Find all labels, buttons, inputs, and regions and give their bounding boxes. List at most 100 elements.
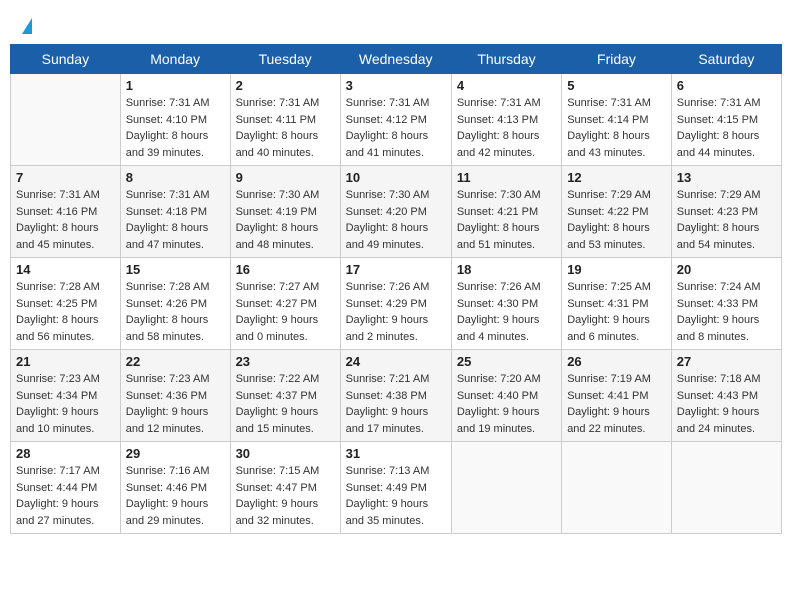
calendar-cell: 27 Sunrise: 7:18 AMSunset: 4:43 PMDayligh… [671,350,781,442]
day-number: 16 [236,262,335,277]
weekday-header-cell: Thursday [451,45,561,74]
calendar-cell: 30Sunrise: 7:15 AMSunset: 4:47 PMDayligh… [230,442,340,534]
weekday-header-cell: Tuesday [230,45,340,74]
day-info: Sunrise: 7:28 AMSunset: 4:25 PMDaylight:… [16,279,115,345]
day-info: Sunrise: 7:31 AMSunset: 4:11 PMDaylight:… [236,95,335,161]
calendar-cell: 1 Sunrise: 7:31 AMSunset: 4:10 PMDaylight… [120,74,230,166]
calendar-week-row: 14 Sunrise: 7:28 AMSunset: 4:25 PMDayligh… [11,258,782,350]
day-info: Sunrise: 7:31 AMSunset: 4:15 PMDaylight:… [677,95,776,161]
day-info: Sunrise: 7:31 AMSunset: 4:12 PMDaylight:… [346,95,446,161]
calendar-week-row: 21 Sunrise: 7:23 AMSunset: 4:34 PMDayligh… [11,350,782,442]
calendar-cell: 31Sunrise: 7:13 AMSunset: 4:49 PMDayligh… [340,442,451,534]
day-info: Sunrise: 7:27 AMSunset: 4:27 PMDaylight:… [236,279,335,345]
calendar-cell: 7 Sunrise: 7:31 AMSunset: 4:16 PMDaylight… [11,166,121,258]
weekday-header-cell: Friday [562,45,672,74]
day-info: Sunrise: 7:26 AMSunset: 4:30 PMDaylight:… [457,279,556,345]
calendar-cell [451,442,561,534]
day-info: Sunrise: 7:31 AMSunset: 4:16 PMDaylight:… [16,187,115,253]
calendar-body: 1 Sunrise: 7:31 AMSunset: 4:10 PMDaylight… [11,74,782,534]
calendar-cell: 11 Sunrise: 7:30 AMSunset: 4:21 PMDayligh… [451,166,561,258]
day-number: 30 [236,446,335,461]
day-number: 22 [126,354,225,369]
weekday-header-cell: Wednesday [340,45,451,74]
day-number: 25 [457,354,556,369]
weekday-header-cell: Monday [120,45,230,74]
day-number: 11 [457,170,556,185]
calendar-cell [671,442,781,534]
calendar-cell: 24 Sunrise: 7:21 AMSunset: 4:38 PMDayligh… [340,350,451,442]
day-number: 26 [567,354,666,369]
calendar-cell: 28 Sunrise: 7:17 AMSunset: 4:44 PMDayligh… [11,442,121,534]
calendar-cell: 21 Sunrise: 7:23 AMSunset: 4:34 PMDayligh… [11,350,121,442]
calendar-cell [11,74,121,166]
day-number: 23 [236,354,335,369]
day-info: Sunrise: 7:30 AMSunset: 4:21 PMDaylight:… [457,187,556,253]
day-number: 29 [126,446,225,461]
day-number: 27 [677,354,776,369]
calendar-cell: 23 Sunrise: 7:22 AMSunset: 4:37 PMDayligh… [230,350,340,442]
day-number: 20 [677,262,776,277]
calendar-cell: 8 Sunrise: 7:31 AMSunset: 4:18 PMDaylight… [120,166,230,258]
day-info: Sunrise: 7:17 AMSunset: 4:44 PMDaylight:… [16,463,115,529]
day-info: Sunrise: 7:26 AMSunset: 4:29 PMDaylight:… [346,279,446,345]
day-number: 4 [457,78,556,93]
day-number: 1 [126,78,225,93]
day-number: 10 [346,170,446,185]
day-number: 24 [346,354,446,369]
calendar-week-row: 1 Sunrise: 7:31 AMSunset: 4:10 PMDaylight… [11,74,782,166]
calendar-cell: 12 Sunrise: 7:29 AMSunset: 4:22 PMDayligh… [562,166,672,258]
day-number: 14 [16,262,115,277]
day-info: Sunrise: 7:24 AMSunset: 4:33 PMDaylight:… [677,279,776,345]
day-info: Sunrise: 7:22 AMSunset: 4:37 PMDaylight:… [236,371,335,437]
weekday-header-row: SundayMondayTuesdayWednesdayThursdayFrid… [11,45,782,74]
day-info: Sunrise: 7:30 AMSunset: 4:20 PMDaylight:… [346,187,446,253]
calendar-cell [562,442,672,534]
calendar-cell: 6 Sunrise: 7:31 AMSunset: 4:15 PMDaylight… [671,74,781,166]
day-info: Sunrise: 7:29 AMSunset: 4:22 PMDaylight:… [567,187,666,253]
day-info: Sunrise: 7:30 AMSunset: 4:19 PMDaylight:… [236,187,335,253]
day-info: Sunrise: 7:21 AMSunset: 4:38 PMDaylight:… [346,371,446,437]
calendar-cell: 14 Sunrise: 7:28 AMSunset: 4:25 PMDayligh… [11,258,121,350]
calendar-cell: 10 Sunrise: 7:30 AMSunset: 4:20 PMDayligh… [340,166,451,258]
day-number: 3 [346,78,446,93]
day-number: 8 [126,170,225,185]
calendar-cell: 4Sunrise: 7:31 AMSunset: 4:13 PMDaylight… [451,74,561,166]
day-number: 15 [126,262,225,277]
calendar-cell: 25 Sunrise: 7:20 AMSunset: 4:40 PMDayligh… [451,350,561,442]
calendar-cell: 18 Sunrise: 7:26 AMSunset: 4:30 PMDayligh… [451,258,561,350]
logo-triangle-icon [22,18,32,34]
weekday-header-cell: Saturday [671,45,781,74]
day-info: Sunrise: 7:31 AMSunset: 4:18 PMDaylight:… [126,187,225,253]
calendar-week-row: 7 Sunrise: 7:31 AMSunset: 4:16 PMDaylight… [11,166,782,258]
day-info: Sunrise: 7:29 AMSunset: 4:23 PMDaylight:… [677,187,776,253]
calendar-cell: 2 Sunrise: 7:31 AMSunset: 4:11 PMDaylight… [230,74,340,166]
page-header [10,10,782,38]
calendar-week-row: 28 Sunrise: 7:17 AMSunset: 4:44 PMDayligh… [11,442,782,534]
day-info: Sunrise: 7:20 AMSunset: 4:40 PMDaylight:… [457,371,556,437]
day-number: 18 [457,262,556,277]
day-number: 6 [677,78,776,93]
day-info: Sunrise: 7:31 AMSunset: 4:14 PMDaylight:… [567,95,666,161]
day-number: 7 [16,170,115,185]
logo [20,18,32,34]
day-number: 2 [236,78,335,93]
day-info: Sunrise: 7:16 AMSunset: 4:46 PMDaylight:… [126,463,225,529]
calendar-cell: 3 Sunrise: 7:31 AMSunset: 4:12 PMDaylight… [340,74,451,166]
day-info: Sunrise: 7:31 AMSunset: 4:10 PMDaylight:… [126,95,225,161]
day-number: 21 [16,354,115,369]
day-info: Sunrise: 7:18 AMSunset: 4:43 PMDaylight:… [677,371,776,437]
day-info: Sunrise: 7:23 AMSunset: 4:34 PMDaylight:… [16,371,115,437]
calendar-cell: 20 Sunrise: 7:24 AMSunset: 4:33 PMDayligh… [671,258,781,350]
day-info: Sunrise: 7:19 AMSunset: 4:41 PMDaylight:… [567,371,666,437]
day-number: 12 [567,170,666,185]
calendar-cell: 22Sunrise: 7:23 AMSunset: 4:36 PMDayligh… [120,350,230,442]
calendar-cell: 17 Sunrise: 7:26 AMSunset: 4:29 PMDayligh… [340,258,451,350]
day-info: Sunrise: 7:28 AMSunset: 4:26 PMDaylight:… [126,279,225,345]
day-number: 13 [677,170,776,185]
calendar-table: SundayMondayTuesdayWednesdayThursdayFrid… [10,44,782,534]
day-number: 28 [16,446,115,461]
calendar-cell: 16 Sunrise: 7:27 AMSunset: 4:27 PMDayligh… [230,258,340,350]
calendar-cell: 13 Sunrise: 7:29 AMSunset: 4:23 PMDayligh… [671,166,781,258]
day-number: 17 [346,262,446,277]
calendar-cell: 26 Sunrise: 7:19 AMSunset: 4:41 PMDayligh… [562,350,672,442]
